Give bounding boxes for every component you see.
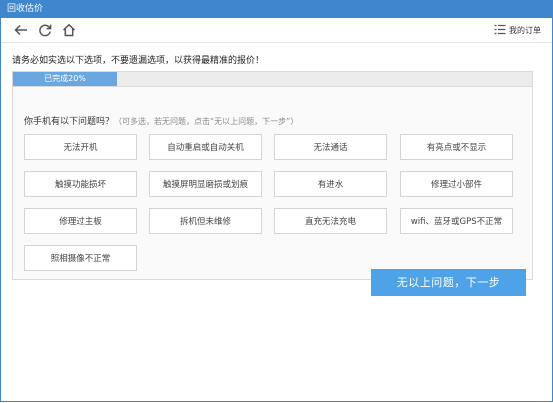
- option-water-damage[interactable]: 有进水: [274, 171, 387, 197]
- progress-bar: 已完成20%: [13, 72, 532, 87]
- option-disassembled[interactable]: 拆机但未维修: [149, 208, 262, 234]
- question-hint: （可多选，若无问题，点击“无以上问题，下一步”）: [114, 117, 299, 126]
- my-orders-button[interactable]: 我的订单: [494, 23, 541, 37]
- home-icon[interactable]: [61, 22, 77, 38]
- option-mainboard-repaired[interactable]: 修理过主板: [24, 208, 137, 234]
- option-wifi-bt-gps[interactable]: wifi、蓝牙或GPS不正常: [400, 208, 513, 234]
- window-titlebar: 回收估价: [0, 0, 553, 18]
- question-text: 你手机有以下问题吗？: [24, 117, 115, 127]
- option-minor-parts-repaired[interactable]: 修理过小部件: [400, 171, 513, 197]
- option-display-defect[interactable]: 有亮点或不显示: [400, 134, 513, 160]
- list-icon: [494, 24, 506, 37]
- refresh-icon[interactable]: [37, 22, 53, 38]
- option-camera-faulty[interactable]: 照相摄像不正常: [24, 245, 137, 271]
- option-no-power-on[interactable]: 无法开机: [24, 134, 137, 160]
- option-screen-scratched[interactable]: 触摸屏明显磨损或划痕: [149, 171, 262, 197]
- progress-label: 已完成20%: [44, 74, 86, 83]
- next-step-button[interactable]: 无以上问题，下一步: [371, 269, 526, 296]
- question-panel: 已完成20% 你手机有以下问题吗？（可多选，若无问题，点击“无以上问题，下一步”…: [12, 71, 533, 280]
- option-touch-broken[interactable]: 触摸功能损坏: [24, 171, 137, 197]
- window-title: 回收估价: [7, 4, 44, 14]
- option-auto-restart[interactable]: 自动重启或自动关机: [149, 134, 262, 160]
- window-body: 我的订单 请务必如实选以下选项，不要遗漏选项，以获得最精准的报价！ 已完成20%…: [0, 18, 553, 402]
- back-arrow-icon[interactable]: [13, 22, 29, 38]
- instruction-text: 请务必如实选以下选项，不要遗漏选项，以获得最精准的报价！: [12, 56, 265, 66]
- question-heading: 你手机有以下问题吗？（可多选，若无问题，点击“无以上问题，下一步”）: [24, 116, 298, 128]
- option-no-calls[interactable]: 无法通话: [274, 134, 387, 160]
- toolbar: 我的订单: [1, 18, 552, 43]
- my-orders-label: 我的订单: [509, 25, 541, 35]
- option-no-charging[interactable]: 直充无法充电: [274, 208, 387, 234]
